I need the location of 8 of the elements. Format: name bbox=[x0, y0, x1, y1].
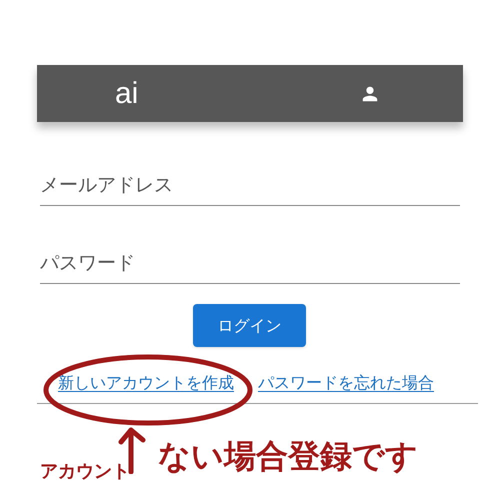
password-field[interactable]: パスワード bbox=[40, 242, 460, 284]
annotation-note: ない場合登録です bbox=[158, 436, 418, 477]
account-icon[interactable] bbox=[361, 84, 379, 102]
forgot-password-link[interactable]: パスワードを忘れた場合 bbox=[258, 371, 434, 395]
login-button[interactable]: ログイン bbox=[193, 304, 306, 347]
logo: ai bbox=[115, 76, 138, 112]
annotation-label: アカウント bbox=[40, 460, 130, 484]
email-field[interactable]: メールアドレス bbox=[40, 164, 460, 206]
